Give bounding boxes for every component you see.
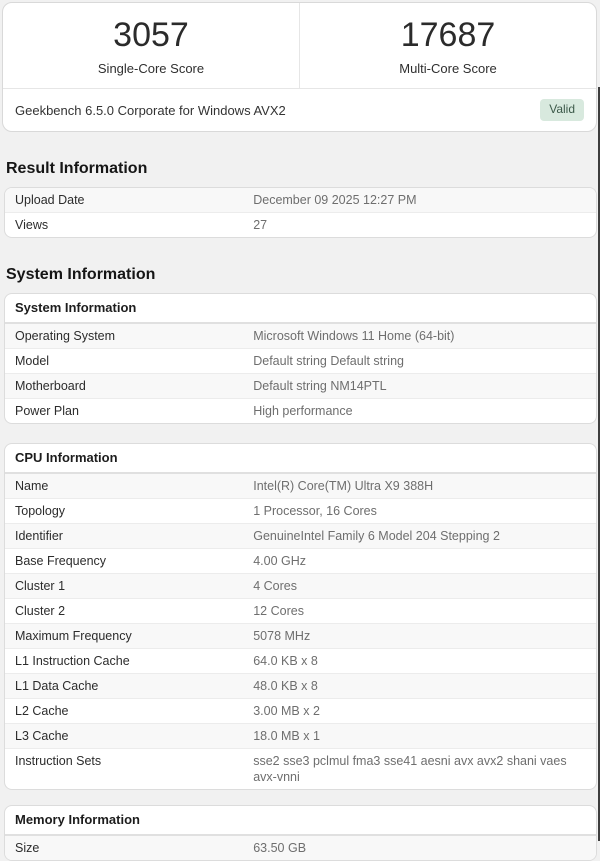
row-value: 63.50 GB: [253, 841, 307, 855]
row-value: Intel(R) Core(TM) Ultra X9 388H: [253, 479, 434, 493]
row-value: GenuineIntel Family 6 Model 204 Stepping…: [253, 529, 500, 543]
row-value: 3.00 MB x 2: [253, 704, 320, 718]
row-value: 12 Cores: [253, 604, 304, 618]
table-row: Upload Date December 09 2025 12:27 PM: [5, 188, 596, 212]
row-label: Topology: [15, 504, 66, 518]
row-value: 48.0 KB x 8: [253, 679, 318, 693]
row-label: Base Frequency: [15, 554, 107, 568]
row-label: Views: [15, 218, 49, 232]
table-row: L1 Instruction Cache 64.0 KB x 8: [5, 648, 596, 673]
row-label: Name: [15, 479, 49, 493]
row-value: 64.0 KB x 8: [253, 654, 318, 668]
system-information-card: System Information Operating System Micr…: [4, 293, 597, 424]
row-label: Identifier: [15, 529, 63, 543]
table-row: Size 63.50 GB: [5, 836, 596, 860]
table-row: L3 Cache 18.0 MB x 1: [5, 723, 596, 748]
score-summary-card: 3057 Single-Core Score 17687 Multi-Core …: [2, 2, 597, 132]
row-label: Cluster 1: [15, 579, 66, 593]
scores-row: 3057 Single-Core Score 17687 Multi-Core …: [3, 3, 596, 88]
table-row: Motherboard Default string NM14PTL: [5, 373, 596, 398]
row-label: L3 Cache: [15, 729, 69, 743]
row-label: Power Plan: [15, 404, 79, 418]
table-row: Operating System Microsoft Windows 11 Ho…: [5, 324, 596, 348]
table-row: L1 Data Cache 48.0 KB x 8: [5, 673, 596, 698]
table-row: Model Default string Default string: [5, 348, 596, 373]
memory-information-card: Memory Information Size 63.50 GB: [4, 805, 597, 861]
row-label: Maximum Frequency: [15, 629, 132, 643]
table-row: Name Intel(R) Core(TM) Ultra X9 388H: [5, 474, 596, 498]
row-label: Size: [15, 841, 40, 855]
table-row: Power Plan High performance: [5, 398, 596, 423]
cpu-information-card: CPU Information Name Intel(R) Core(TM) U…: [4, 443, 597, 790]
valid-status-badge: Valid: [540, 99, 584, 121]
table-row: L2 Cache 3.00 MB x 2: [5, 698, 596, 723]
result-information-table: Upload Date December 09 2025 12:27 PM Vi…: [5, 188, 596, 237]
multi-core-score-label: Multi-Core Score: [399, 61, 497, 76]
row-label: Upload Date: [15, 193, 85, 207]
table-row: Instruction Sets sse2 sse3 pclmul fma3 s…: [5, 748, 596, 789]
benchmark-version-text: Geekbench 6.5.0 Corporate for Windows AV…: [15, 102, 286, 118]
table-row: Base Frequency 4.00 GHz: [5, 548, 596, 573]
row-value: 27: [253, 218, 268, 232]
row-value: 4 Cores: [253, 579, 297, 593]
single-core-score-panel: 3057 Single-Core Score: [3, 3, 299, 88]
row-value: 5078 MHz: [253, 629, 311, 643]
single-core-score-label: Single-Core Score: [97, 61, 205, 76]
row-label: L2 Cache: [15, 704, 69, 718]
row-value: 18.0 MB x 1: [253, 729, 320, 743]
memory-information-table-header: Memory Information: [5, 806, 596, 836]
table-row: Topology 1 Processor, 16 Cores: [5, 498, 596, 523]
benchmark-version-bar: Geekbench 6.5.0 Corporate for Windows AV…: [3, 88, 596, 131]
cpu-information-table: Name Intel(R) Core(TM) Ultra X9 388H Top…: [5, 474, 596, 789]
table-row: Cluster 1 4 Cores: [5, 573, 596, 598]
multi-core-score-value: 17687: [400, 16, 496, 54]
row-label: Model: [15, 354, 50, 368]
system-information-table: Operating System Microsoft Windows 11 Ho…: [5, 324, 596, 423]
row-label: L1 Instruction Cache: [15, 654, 130, 668]
row-value: 1 Processor, 16 Cores: [253, 504, 377, 518]
multi-core-score-panel: 17687 Multi-Core Score: [299, 3, 596, 88]
memory-information-table: Size 63.50 GB: [5, 836, 596, 860]
table-row: Views 27: [5, 212, 596, 237]
table-row: Cluster 2 12 Cores: [5, 598, 596, 623]
row-value: Default string Default string: [253, 354, 404, 368]
row-value: 4.00 GHz: [253, 554, 307, 568]
row-label: Instruction Sets: [15, 754, 102, 768]
row-label: Cluster 2: [15, 604, 66, 618]
row-value: December 09 2025 12:27 PM: [253, 193, 417, 207]
result-information-heading: Result Information: [6, 160, 148, 177]
table-row: Identifier GenuineIntel Family 6 Model 2…: [5, 523, 596, 548]
row-value: sse2 sse3 pclmul fma3 sse41 aesni avx av…: [253, 754, 567, 784]
row-value: High performance: [253, 404, 353, 418]
row-label: Operating System: [15, 329, 116, 343]
system-information-heading: System Information: [6, 266, 156, 283]
row-label: L1 Data Cache: [15, 679, 99, 693]
system-information-table-header: System Information: [5, 294, 596, 324]
cpu-information-table-header: CPU Information: [5, 444, 596, 474]
single-core-score-value: 3057: [113, 16, 189, 54]
table-row: Maximum Frequency 5078 MHz: [5, 623, 596, 648]
row-value: Default string NM14PTL: [253, 379, 387, 393]
row-value: Microsoft Windows 11 Home (64-bit): [253, 329, 455, 343]
row-label: Motherboard: [15, 379, 86, 393]
result-information-card: Upload Date December 09 2025 12:27 PM Vi…: [4, 187, 597, 238]
